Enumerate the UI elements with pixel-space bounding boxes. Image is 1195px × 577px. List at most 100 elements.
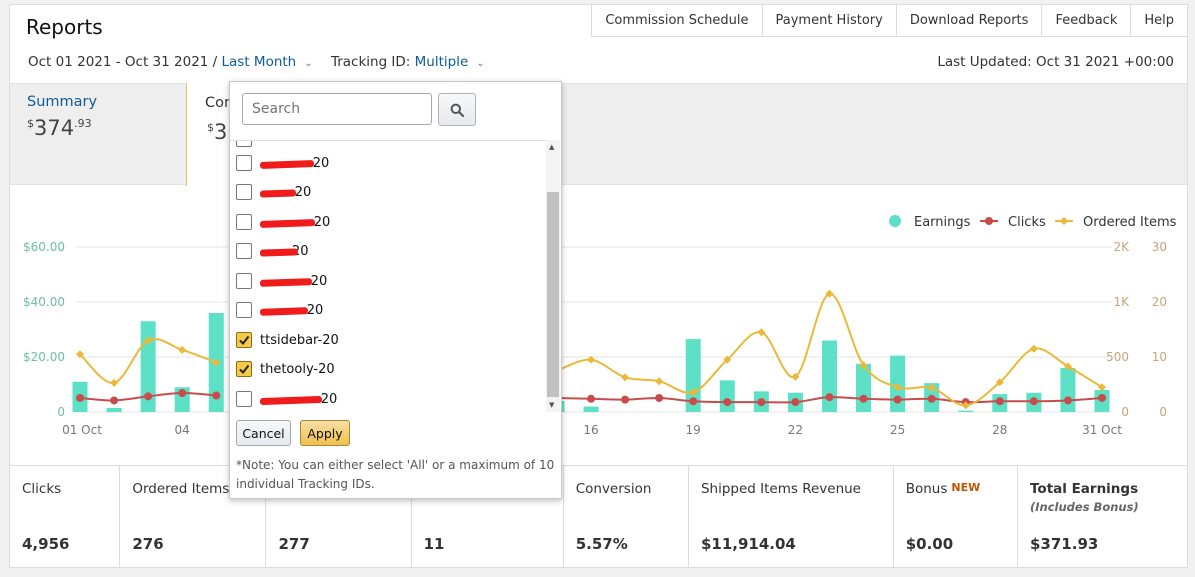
tracking-id-label: -20 (259, 156, 329, 171)
tracking-id-item[interactable]: -20 (236, 300, 323, 320)
x-tick: 19 (686, 423, 701, 437)
redaction-mark (259, 277, 313, 287)
clicks-point (791, 398, 800, 407)
earnings-bar (958, 410, 974, 412)
clicks-point (110, 396, 119, 405)
clicks-point (723, 398, 732, 407)
checkbox[interactable] (236, 302, 252, 318)
clicks-point (212, 391, 221, 400)
y-right-tick: 2K (1113, 240, 1130, 254)
tracking-id-label: -20 (259, 274, 327, 289)
scrollbar[interactable]: ▲ ▼ (546, 140, 560, 412)
tracking-id-label: 20 (259, 244, 309, 259)
clicks-point (825, 393, 834, 402)
y-left-tick: $40.00 (23, 295, 65, 309)
tracking-id-label: -20 (259, 392, 337, 407)
last-updated: Last Updated: Oct 31 2021 +00:00 (937, 54, 1174, 70)
stat-clicks: Clicks 4,956 (10, 466, 121, 568)
chevron-down-icon[interactable]: ⌄ (476, 58, 484, 69)
tracking-id-item[interactable]: -20 (236, 153, 329, 173)
redaction-mark (259, 395, 323, 405)
check-icon (239, 364, 250, 375)
page-title: Reports (26, 15, 103, 39)
scroll-thumb[interactable] (547, 192, 559, 397)
tab-summary[interactable]: Summary $374.93 (27, 94, 97, 140)
checkbox-checked[interactable] (236, 361, 252, 377)
tracking-id-label: -20 (259, 215, 330, 230)
tracking-id-value[interactable]: Multiple (415, 54, 469, 70)
tracking-id-label: -20 (259, 303, 323, 318)
earnings-bar (106, 407, 122, 412)
clicks-point (1098, 393, 1106, 402)
checkbox[interactable] (236, 273, 252, 289)
scroll-up-icon[interactable]: ▲ (549, 143, 554, 151)
stat-conversion: Conversion 5.57% (564, 466, 689, 568)
date-preset-link[interactable]: Last Month (222, 54, 297, 70)
checkbox[interactable] (236, 141, 252, 147)
clicks-point (587, 394, 595, 403)
clicks-point (144, 392, 153, 401)
x-tick: 22 (788, 423, 803, 437)
checkbox[interactable] (236, 243, 252, 259)
tracking-id-label: Tracking ID: (330, 54, 411, 70)
new-badge: NEW (951, 481, 981, 494)
cancel-button[interactable]: Cancel (236, 420, 291, 446)
conversion-amount: $3 (207, 120, 228, 144)
legend-marker-clicks (985, 217, 993, 225)
stat-shipped-revenue: Shipped Items Revenue $11,914.04 (689, 466, 894, 568)
checkbox-checked[interactable] (236, 332, 252, 348)
y-right-tick: 0 (1121, 405, 1129, 419)
nav-download-reports[interactable]: Download Reports (896, 5, 1043, 37)
nav-feedback[interactable]: Feedback (1042, 5, 1132, 37)
tracking-id-item[interactable]: thetooly-20 (236, 359, 335, 379)
clicks-point (689, 397, 698, 406)
legend-label: Earnings (914, 215, 971, 230)
ordered-items-point (110, 378, 119, 387)
clicks-point (859, 394, 868, 403)
nav-commission-schedule[interactable]: Commission Schedule (592, 5, 763, 37)
x-tick: 01 Oct (62, 423, 102, 437)
list-item-partial[interactable] (236, 141, 260, 149)
scroll-down-icon[interactable]: ▼ (549, 401, 554, 409)
tracking-id-item[interactable]: -20 (236, 271, 327, 291)
search-icon (450, 103, 464, 117)
chevron-down-icon[interactable]: ⌄ (304, 58, 312, 69)
nav-payment-history[interactable]: Payment History (762, 5, 897, 37)
tracking-id-label: thetooly-20 (260, 361, 335, 377)
clicks-point (655, 393, 664, 402)
x-tick: 28 (992, 423, 1007, 437)
ordered-items-point (1029, 344, 1038, 353)
y-right2-tick: 10 (1152, 350, 1167, 364)
tracking-id-dropdown: -20 -20 -20 20 -20 -20 ttsidebar-20 thetooly-20… (229, 81, 562, 499)
clicks-point (1029, 397, 1038, 406)
tracking-id-item[interactable]: -20 (236, 212, 330, 232)
tracking-id-label: -20 (259, 185, 311, 200)
earnings-bar (719, 380, 735, 412)
check-icon (239, 335, 250, 346)
tracking-id-item[interactable]: ttsidebar-20 (236, 330, 339, 350)
apply-button[interactable]: Apply (300, 420, 350, 446)
nav-help[interactable]: Help (1131, 5, 1188, 37)
top-nav: Commission Schedule Payment History Down… (591, 5, 1188, 37)
redaction-mark (259, 159, 315, 169)
legend-label: Clicks (1008, 215, 1046, 230)
search-input[interactable] (242, 93, 432, 125)
search-button[interactable] (438, 93, 476, 126)
stats-row: Clicks 4,956 Ordered Items 276 277 11 Co… (10, 465, 1187, 568)
clicks-point (1063, 396, 1072, 405)
checkbox[interactable] (236, 214, 252, 230)
checkbox[interactable] (236, 391, 252, 407)
checkbox[interactable] (236, 155, 252, 171)
summary-amount: $374.93 (27, 116, 92, 140)
clicks-point (995, 397, 1004, 406)
y-left-tick: 0 (57, 405, 65, 419)
redaction-mark (259, 218, 316, 228)
tracking-id-item[interactable]: 20 (236, 241, 309, 261)
tracking-id-item[interactable]: -20 (236, 389, 337, 409)
stat-bonus: Bonus NEW $0.00 (894, 466, 1018, 568)
date-range: Oct 01 2021 - Oct 31 2021 / (28, 54, 218, 70)
tracking-id-item[interactable]: -20 (236, 182, 311, 202)
legend-label: Ordered Items (1083, 215, 1177, 230)
checkbox[interactable] (236, 184, 252, 200)
x-tick: 31 Oct (1082, 423, 1122, 437)
